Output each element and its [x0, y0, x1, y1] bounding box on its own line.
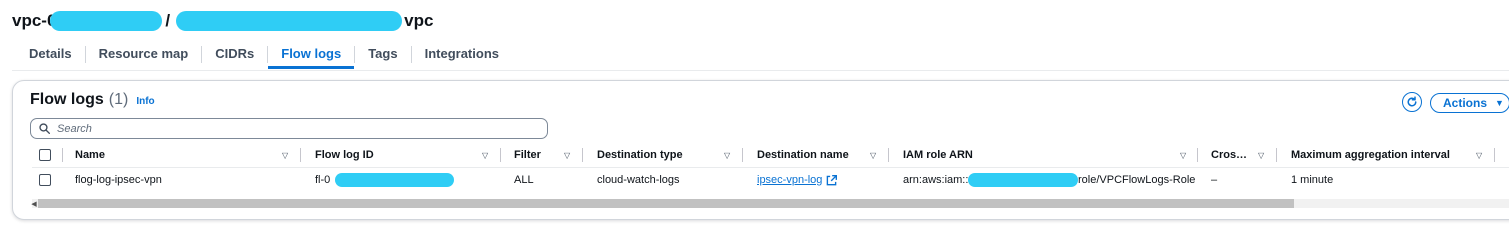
select-all-checkbox[interactable] [39, 149, 51, 161]
redaction-mark [335, 173, 454, 187]
header-row-divider [32, 167, 1509, 168]
column-header-cross-account[interactable]: Cros… [1211, 147, 1247, 163]
search-input[interactable]: Search [30, 118, 548, 139]
tab-resource-map[interactable]: Resource map [86, 42, 202, 69]
actions-label: Actions [1443, 96, 1488, 110]
column-divider [1494, 148, 1495, 162]
tab-integrations[interactable]: Integrations [412, 42, 512, 69]
column-divider [500, 148, 501, 162]
sort-caret-icon[interactable]: ▽ [1180, 147, 1186, 163]
caret-down-icon: ▼ [1495, 98, 1504, 108]
tab-bar: Details Resource map CIDRs Flow logs Tag… [16, 42, 512, 71]
row-checkbox[interactable] [39, 174, 51, 186]
column-divider [888, 148, 889, 162]
panel-title: Flow logs [30, 91, 104, 108]
tab-tags[interactable]: Tags [355, 42, 410, 69]
sort-caret-icon[interactable]: ▽ [724, 147, 730, 163]
sort-caret-icon[interactable]: ▽ [1476, 147, 1482, 163]
panel-header: Flow logs (1) Info [30, 91, 155, 109]
tab-flow-logs[interactable]: Flow logs [268, 42, 355, 69]
column-divider [582, 148, 583, 162]
cell-iam-role-arn-end: role/VPCFlowLogs-Role [1078, 174, 1196, 186]
sort-caret-icon[interactable]: ▽ [1258, 147, 1264, 163]
destination-name-text: ipsec-vpn-log [757, 174, 823, 186]
scroll-left-arrow-icon[interactable]: ◀ [30, 199, 38, 208]
page-title: vpc-0 / vpc [12, 9, 433, 33]
actions-button[interactable]: Actions ▼ [1430, 93, 1509, 113]
destination-name-link[interactable]: ipsec-vpn-log [757, 172, 838, 188]
column-header-max-aggregation-interval[interactable]: Maximum aggregation interval [1291, 147, 1450, 163]
page-title-separator: / [165, 11, 171, 30]
horizontal-scrollbar-thumb[interactable] [38, 199, 1294, 208]
sort-caret-icon[interactable]: ▽ [282, 147, 288, 163]
column-divider [1197, 148, 1198, 162]
tabs-underline [12, 70, 1509, 71]
column-header-iam-role-arn[interactable]: IAM role ARN [903, 147, 973, 163]
column-divider [1276, 148, 1277, 162]
refresh-button[interactable] [1402, 92, 1422, 112]
tab-details[interactable]: Details [16, 42, 85, 69]
redaction-mark [176, 11, 403, 31]
column-header-destination-name[interactable]: Destination name [757, 147, 849, 163]
cell-filter: ALL [514, 174, 534, 186]
info-link[interactable]: Info [136, 96, 154, 107]
cell-name: flog-log-ipsec-vpn [75, 174, 162, 186]
flow-log-id-text: fl-0 [315, 174, 331, 186]
cell-iam-role-arn-start: arn:aws:iam:: [903, 174, 969, 186]
column-header-filter[interactable]: Filter [514, 147, 541, 163]
redaction-mark [50, 11, 163, 31]
refresh-icon [1407, 96, 1417, 107]
column-divider [62, 148, 63, 162]
cell-max-aggregation-interval: 1 minute [1291, 174, 1334, 186]
search-placeholder: Search [57, 122, 92, 135]
sort-caret-icon[interactable]: ▽ [564, 147, 570, 163]
column-divider [742, 148, 743, 162]
tab-cidrs[interactable]: CIDRs [202, 42, 267, 69]
search-icon [39, 123, 50, 134]
sort-caret-icon[interactable]: ▽ [870, 147, 876, 163]
cell-destination-type: cloud-watch-logs [597, 174, 680, 186]
cell-cross-account: – [1211, 174, 1218, 186]
cell-flow-log-id: fl-0 [315, 172, 330, 188]
column-divider [300, 148, 301, 162]
column-header-flow-log-id[interactable]: Flow log ID [315, 147, 374, 163]
redaction-mark [968, 173, 1078, 187]
page-title-end: vpc [404, 11, 434, 30]
panel-count: (1) [108, 91, 129, 108]
external-link-icon [826, 174, 838, 186]
sort-caret-icon[interactable]: ▽ [482, 147, 488, 163]
column-header-name[interactable]: Name [75, 147, 105, 163]
column-header-destination-type[interactable]: Destination type [597, 147, 683, 163]
